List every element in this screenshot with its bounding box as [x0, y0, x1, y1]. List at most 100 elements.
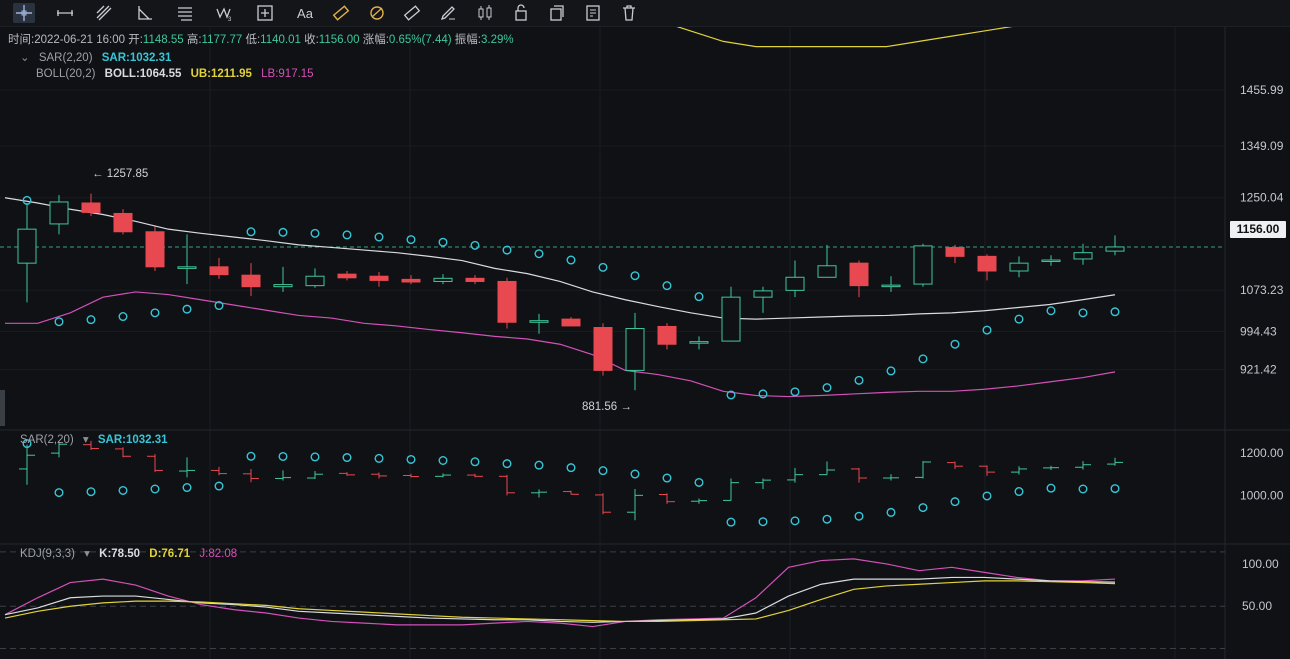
price-tick-label: 994.43 — [1240, 324, 1277, 338]
measure-icon[interactable] — [254, 3, 276, 23]
candle-body — [657, 325, 677, 345]
trash-icon[interactable] — [618, 3, 640, 23]
sub-sar-dot — [246, 451, 256, 461]
sar-dot — [182, 304, 192, 314]
parallel-channel-icon[interactable] — [93, 3, 115, 23]
sar-name: SAR(2,20) — [38, 52, 93, 64]
candle-body — [561, 318, 581, 327]
candle-body — [1073, 252, 1093, 260]
candle-body — [881, 284, 901, 288]
current-price-tag: 1156.00 — [1230, 221, 1286, 238]
lock-icon[interactable] — [510, 3, 532, 23]
kdj-k-value: K:78.50 — [99, 548, 141, 560]
candle-body — [785, 276, 805, 291]
open-value: 1148.55 — [142, 34, 184, 46]
candle-body — [817, 265, 837, 278]
sub-sar-dot — [854, 511, 864, 521]
sar-dot — [694, 292, 704, 302]
ruler-icon[interactable] — [401, 3, 423, 23]
close-label: 收: — [304, 34, 319, 46]
sar-dot — [54, 317, 64, 327]
candle-body — [849, 262, 869, 287]
sar-dot — [534, 249, 544, 259]
kdj-name: KDJ(9,3,3) — [20, 548, 75, 560]
candle-body — [433, 277, 453, 282]
sar-dot — [630, 271, 640, 281]
amplitude-value: 3.29% — [480, 34, 514, 46]
sar-dot — [918, 354, 928, 364]
candlestick-chart[interactable]: 1455.99 1349.09 1250.04 1073.23 994.43 921.42… — [0, 27, 1290, 659]
sub-sar-dot — [662, 473, 672, 483]
kdj-lines — [4, 558, 1116, 628]
amplitude-label: 振幅: — [454, 34, 481, 46]
candle-body — [305, 275, 325, 287]
svg-text:3: 3 — [228, 17, 232, 22]
boll-lb-value: LB:917.15 — [261, 68, 314, 80]
brush-icon[interactable] — [437, 3, 459, 23]
crosshair-icon[interactable] — [13, 3, 35, 23]
sar-value: SAR:1032.31 — [101, 52, 172, 64]
boll-legend[interactable]: BOLL(20,2) BOLL:1064.55 UB:1211.95 LB:91… — [36, 68, 320, 80]
low-label: 低: — [245, 34, 261, 46]
sar-dot — [854, 375, 864, 385]
price-tick-label: 1349.09 — [1240, 139, 1284, 153]
sub-sar-dot — [118, 485, 128, 495]
sar-dot — [118, 312, 128, 322]
sub-sar-dot — [150, 484, 160, 494]
panel-drag-handle[interactable] — [0, 390, 5, 426]
price-tick-label: 1250.04 — [1240, 191, 1284, 205]
candle-body — [465, 277, 485, 282]
candle-body — [145, 231, 165, 268]
copy-icon[interactable] — [546, 3, 568, 23]
sar-dot — [246, 227, 256, 237]
sub-sar-dot — [406, 454, 416, 464]
candle-body — [1041, 259, 1061, 263]
sar-dot — [406, 235, 416, 245]
high-label: 高: — [186, 34, 202, 46]
text-icon[interactable]: Aa — [294, 3, 316, 23]
fib-lines-icon[interactable] — [174, 3, 196, 23]
sar-dot — [662, 281, 672, 291]
price-tick-label: 1073.23 — [1240, 283, 1284, 297]
sar-dot — [438, 237, 448, 247]
candle-body — [625, 328, 645, 371]
candle-body — [689, 341, 709, 344]
sub-sar-dot — [790, 516, 800, 526]
sub-sar-dot — [566, 463, 576, 473]
sub-sar-dot — [630, 469, 640, 479]
candle-body — [273, 284, 293, 288]
sub-sar-legend[interactable]: SAR(2,20) ▾ SAR:1032.31 — [20, 432, 174, 446]
kdj-d-value: D:76.71 — [149, 548, 191, 560]
sar-dot — [1110, 307, 1120, 317]
kdj-tick-label: 100.00 — [1242, 557, 1279, 571]
boll-name: BOLL(20,2) — [36, 68, 96, 80]
sub-sar-dot — [86, 487, 96, 497]
candle-icon[interactable] — [474, 3, 496, 23]
sar-dot — [1078, 308, 1088, 318]
candles — [17, 193, 1125, 391]
candle-body — [17, 228, 37, 264]
sar-dot — [310, 228, 320, 238]
sar-dot — [758, 389, 768, 399]
wave-icon[interactable]: 3 — [214, 3, 236, 23]
pattern-icon[interactable] — [330, 3, 352, 23]
sub-sar-name: SAR(2,20) — [20, 434, 74, 446]
note-icon[interactable] — [582, 3, 604, 23]
sub-sar-dot — [726, 517, 736, 527]
change-value: 0.65%(7.44) — [388, 34, 452, 46]
gann-icon[interactable] — [366, 3, 388, 23]
main-sar-legend[interactable]: ⌄ SAR(2,20) SAR:1032.31 — [20, 50, 177, 64]
horizontal-line-icon[interactable] — [54, 3, 76, 23]
candle-body — [977, 255, 997, 272]
candle-body — [241, 274, 261, 288]
boll-mid-line — [4, 197, 1116, 320]
sar-dot — [982, 325, 992, 335]
sar-dot — [886, 366, 896, 376]
kdj-legend[interactable]: KDJ(9,3,3) ▾ K:78.50 D:76.71 J:82.08 — [20, 546, 243, 560]
kdj-k-line — [4, 576, 1116, 623]
sub-sar-dot — [502, 459, 512, 469]
candle-body — [721, 296, 741, 342]
sar-dot — [790, 387, 800, 397]
sub-sar-dot — [534, 460, 544, 470]
triangle-icon[interactable] — [134, 3, 156, 23]
